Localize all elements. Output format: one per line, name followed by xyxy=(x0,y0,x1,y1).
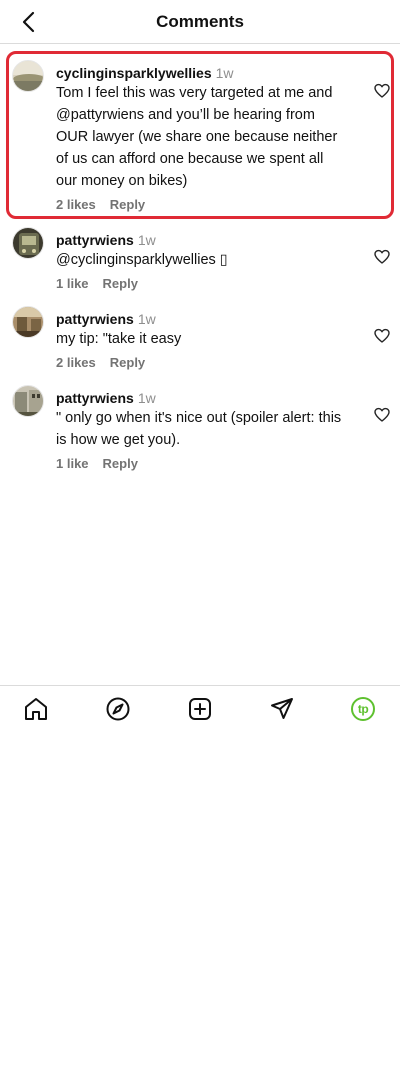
nav-profile[interactable]: tp xyxy=(351,697,377,723)
explore-icon xyxy=(106,697,130,721)
heart-icon[interactable] xyxy=(374,328,390,344)
heart-icon[interactable] xyxy=(374,249,390,265)
bottom-navigation: tp xyxy=(0,685,400,731)
heart-icon[interactable] xyxy=(374,407,390,423)
comment-username[interactable]: pattyrwiens xyxy=(56,232,134,248)
avatar[interactable] xyxy=(12,60,44,92)
direct-message-icon xyxy=(271,698,293,719)
nav-explore[interactable] xyxy=(105,696,131,722)
likes-count[interactable]: 1 like xyxy=(56,456,89,471)
comment-text: my tip: "take it easy xyxy=(56,331,182,347)
nav-direct[interactable] xyxy=(269,696,295,722)
comment-text: @cyclinginsparklywellies ▯ xyxy=(56,252,228,268)
nav-create[interactable] xyxy=(187,696,213,722)
reply-button[interactable]: Reply xyxy=(103,456,138,471)
profile-avatar: tp xyxy=(351,697,375,721)
avatar[interactable] xyxy=(12,306,44,338)
likes-count[interactable]: 1 like xyxy=(56,276,89,291)
comment-username[interactable]: pattyrwiens xyxy=(56,311,134,327)
comment-username[interactable]: cyclinginsparklywellies xyxy=(56,65,212,81)
reply-button[interactable]: Reply xyxy=(110,355,145,370)
comment-username[interactable]: pattyrwiens xyxy=(56,390,134,406)
nav-home[interactable] xyxy=(23,696,49,722)
heart-icon[interactable] xyxy=(374,83,390,99)
page-title: Comments xyxy=(156,12,244,31)
avatar[interactable] xyxy=(12,385,44,417)
reply-button[interactable]: Reply xyxy=(110,197,145,212)
comment-timestamp: 1w xyxy=(137,390,156,406)
reply-button[interactable]: Reply xyxy=(103,276,138,291)
comment-timestamp: 1w xyxy=(137,232,156,248)
comment-timestamp: 1w xyxy=(137,311,156,327)
avatar[interactable] xyxy=(12,227,44,259)
likes-count[interactable]: 2 likes xyxy=(56,197,96,212)
home-icon xyxy=(25,698,47,720)
comment-text: " only go when it's nice out (spoiler al… xyxy=(56,410,342,448)
comment-timestamp: 1w xyxy=(215,65,234,81)
likes-count[interactable]: 2 likes xyxy=(56,355,96,370)
top-bar: Comments xyxy=(0,0,400,44)
create-icon xyxy=(189,698,211,720)
comment-text: Tom I feel this was very targeted at me … xyxy=(56,85,338,189)
